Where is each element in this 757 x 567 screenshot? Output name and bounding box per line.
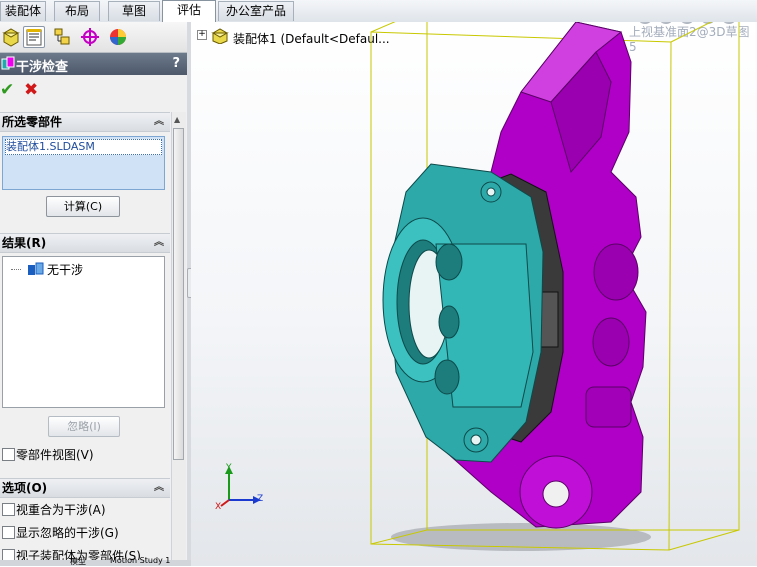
chevron-up-icon[interactable]: ︽ (154, 113, 164, 131)
group-title: 结果(R) (2, 236, 47, 250)
piston-body-part[interactable] (382, 163, 544, 463)
checkbox-label: 显示忽略的干涉(G) (16, 526, 119, 540)
tab-layout[interactable]: 布局 (54, 1, 100, 21)
property-manager-title-bar: 干涉检查 ? (0, 53, 187, 75)
tab-office-products[interactable]: 办公室产品 (218, 1, 294, 21)
no-interference-icon (28, 262, 44, 275)
tab-sketch[interactable]: 草图 (108, 1, 160, 21)
interference-detection-icon (1, 56, 15, 70)
property-manager-panel: 干涉检查 ? ✔ ✖ 所选零部件 ︽ 装配体1.SLDASM 计算(C) 结果(… (0, 22, 188, 566)
triad-x-label: X (215, 502, 222, 512)
tab-evaluate[interactable]: 评估 (162, 0, 216, 22)
triad-y-label: Y (226, 463, 232, 473)
list-item[interactable]: 装配体1.SLDASM (5, 139, 162, 155)
result-label: 无干涉 (47, 263, 84, 277)
tree-connector (11, 269, 21, 270)
ok-cancel-bar: ✔ ✖ (0, 78, 187, 102)
ok-button[interactable]: ✔ (0, 80, 14, 100)
results-header[interactable]: 结果(R) ︽ (0, 233, 170, 253)
group-title: 选项(O) (2, 481, 48, 495)
component-view-checkbox[interactable] (2, 448, 15, 461)
tab-assembly[interactable]: 装配体 (0, 1, 46, 21)
scrollbar-thumb[interactable] (173, 128, 184, 460)
help-button[interactable]: ? (172, 56, 180, 71)
triad-z-label: Z (257, 494, 264, 504)
chevron-up-icon[interactable]: ︽ (154, 234, 164, 252)
panel-scrollbar[interactable]: ▲ (171, 112, 186, 566)
show-ignored-checkbox[interactable] (2, 526, 15, 539)
group-title: 所选零部件 (2, 115, 63, 129)
manager-tabs (0, 22, 187, 53)
options-header[interactable]: 选项(O) ︽ (0, 478, 170, 498)
cancel-button[interactable]: ✖ (24, 80, 38, 100)
page-title: 干涉检查 (16, 60, 69, 75)
checkbox-label: 视重合为干涉(A) (16, 503, 106, 517)
configuration-manager-icon[interactable] (51, 26, 73, 48)
command-manager-tabs: 装配体 布局 草图 评估 办公室产品 (0, 0, 757, 23)
feature-manager-icon[interactable] (0, 26, 22, 48)
tab-model[interactable]: 模型 (70, 556, 86, 567)
tab-motion-study[interactable]: Motion Study 1 (110, 556, 170, 565)
ignore-button[interactable]: 忽略(I) (48, 416, 120, 437)
calculate-button[interactable]: 计算(C) (46, 196, 120, 217)
graphics-area[interactable]: + 装配体1 (Default<Defaul... 上视基准面2@3D草图5 Y… (191, 22, 757, 566)
selected-components-list[interactable]: 装配体1.SLDASM (2, 136, 165, 190)
checkbox-label: 零部件视图(V) (16, 448, 94, 462)
coincidence-as-interference-checkbox[interactable] (2, 503, 15, 516)
display-manager-icon[interactable] (107, 26, 129, 48)
property-manager-icon[interactable] (23, 26, 45, 48)
selected-components-header[interactable]: 所选零部件 ︽ (0, 112, 170, 132)
model-view[interactable] (191, 22, 757, 566)
chevron-up-icon[interactable]: ︽ (154, 479, 164, 497)
dimxpert-icon[interactable] (79, 26, 101, 48)
results-list[interactable]: 无干涉 (2, 256, 165, 408)
scroll-up-icon[interactable]: ▲ (174, 115, 180, 124)
bottom-tabs: 模型 Motion Study 1 (0, 556, 191, 566)
